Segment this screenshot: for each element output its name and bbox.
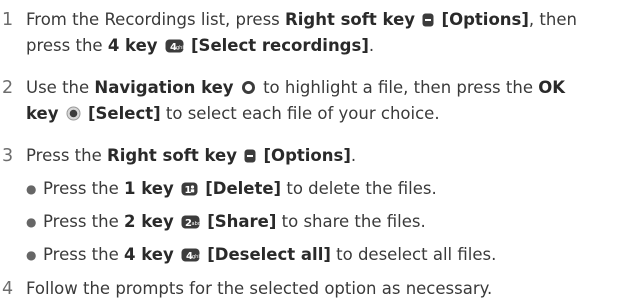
svg-text:abc: abc [191, 221, 200, 227]
key-name: key [26, 104, 59, 123]
step-text: to delete the files. [281, 179, 437, 198]
step-line: Follow the prompts for the selected opti… [26, 276, 492, 302]
key-name: OK [538, 78, 566, 97]
step-text: Press the [43, 245, 124, 264]
step-4: 4 Follow the prompts for the selected op… [2, 276, 492, 302]
step-text: From the Recordings list, press [26, 10, 286, 29]
step-text: press the [26, 36, 108, 55]
key-name: Right soft key [107, 146, 237, 165]
right-soft-key-icon [422, 13, 434, 27]
bullet-dot: ● [26, 182, 37, 196]
step-line: press the 4 key 4 ghi [Select recordings]… [26, 33, 577, 59]
step-2: 2 Use the Navigation key to highlight a … [2, 75, 565, 127]
svg-text:1: 1 [184, 185, 191, 196]
menu-option: [Select recordings] [191, 36, 369, 55]
bullet-dot: ● [26, 248, 37, 262]
svg-text:ghi: ghi [176, 45, 184, 51]
step-text: Follow the prompts for the selected opti… [26, 279, 493, 298]
menu-option: [Options] [263, 146, 351, 165]
step-number: 4 [2, 279, 14, 299]
step-text: Press the [26, 146, 107, 165]
key-2-icon: 2 abc [181, 215, 200, 229]
step-3: 3 Press the Right soft key [Options]. [2, 143, 356, 169]
key-1-icon: 1 [181, 182, 198, 196]
key-name: 1 key [124, 179, 174, 198]
step-text: . [368, 36, 375, 55]
key-name: 2 key [124, 212, 174, 231]
step-number: 3 [2, 146, 14, 166]
menu-option: [Select] [87, 104, 161, 123]
step-1: 1 From the Recordings list, press Right … [2, 7, 577, 59]
step-number: 2 [2, 78, 14, 98]
menu-option: [Delete] [205, 179, 282, 198]
step-text: . [350, 146, 357, 165]
sub-bullet-2: ● Press the 2 key 2 abc [Share] to share … [0, 209, 426, 235]
menu-option: [Share] [207, 212, 277, 231]
key-name: Navigation key [94, 78, 234, 97]
step-text: to select each file of your choice. [160, 104, 440, 123]
key-name: 4 key [107, 36, 158, 55]
step-text: , then [528, 10, 577, 29]
key-name: Right soft key [285, 10, 416, 29]
menu-option: [Deselect all] [207, 245, 331, 264]
key-name: 4 key [124, 245, 174, 264]
step-text: to highlight a file, then press the [263, 78, 539, 97]
step-text: Use the [26, 78, 95, 97]
sub-bullet-1: ● Press the 1 key 1 [Delete] to delete t… [0, 176, 437, 202]
navigation-key-icon [241, 80, 256, 95]
step-line: Use the Navigation key to highlight a fi… [26, 75, 565, 101]
step-number: 1 [2, 10, 14, 30]
step-text: Press the [43, 212, 124, 231]
step-text: to deselect all files. [330, 245, 497, 264]
key-4-icon: 4 ghi [165, 39, 184, 53]
key-4-icon: 4 ghi [181, 248, 200, 262]
sub-bullet-3: ● Press the 4 key 4 ghi [Deselect all] to… [0, 242, 496, 268]
svg-text:ghi: ghi [192, 254, 200, 260]
step-line: Press the Right soft key [Options]. [26, 143, 356, 169]
right-soft-key-icon [244, 149, 256, 163]
step-line: From the Recordings list, press Right so… [26, 7, 577, 33]
ok-key-icon [66, 106, 81, 121]
menu-option: [Options] [441, 10, 529, 29]
step-text: to share the files. [276, 212, 426, 231]
step-text: Press the [43, 179, 124, 198]
bullet-dot: ● [26, 215, 37, 229]
step-line: key [Select] to select each file of your… [26, 101, 565, 127]
